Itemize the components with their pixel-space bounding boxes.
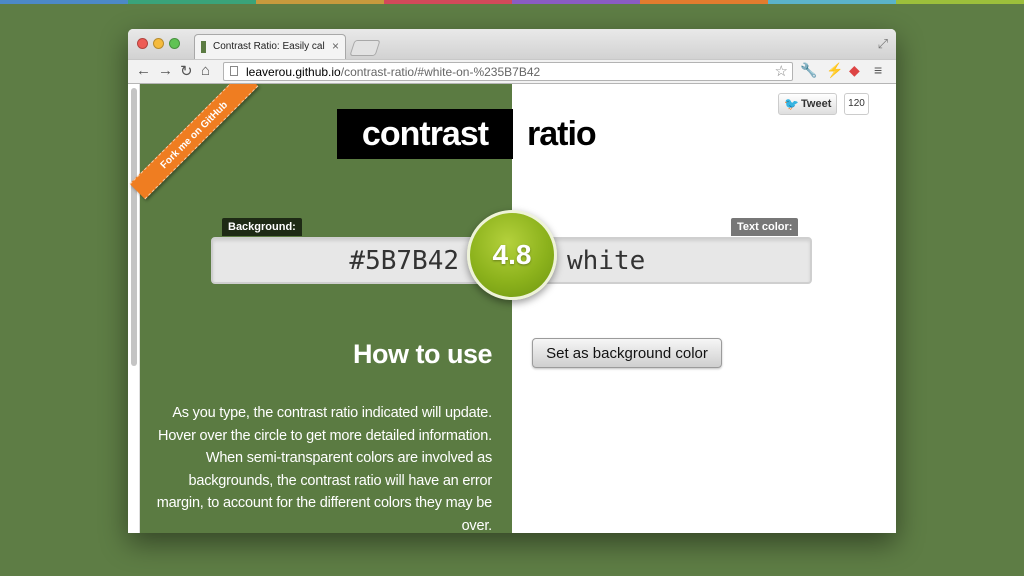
new-tab-button[interactable] — [349, 40, 381, 56]
stripe-segment — [256, 0, 384, 4]
how-to-use-text: As you type, the contrast ratio indicate… — [156, 405, 493, 533]
scrollbar-thumb[interactable] — [131, 88, 137, 366]
browser-tab[interactable]: Contrast Ratio: Easily calculate × — [194, 34, 346, 59]
extension-icon[interactable]: ◆ — [849, 62, 860, 79]
browser-toolbar: ← → ↻ ⌂ leaverou.github.io/contrast-rati… — [128, 59, 896, 84]
window-maximize-button[interactable] — [169, 38, 180, 49]
text-color-input[interactable] — [567, 239, 807, 282]
stripe-segment — [896, 0, 1024, 4]
bookmark-star-icon[interactable]: ☆ — [775, 62, 788, 80]
top-color-stripe — [0, 0, 1024, 4]
tweet-label: Tweet — [801, 98, 832, 110]
forward-arrow-icon[interactable]: → — [158, 62, 173, 79]
tab-title: Contrast Ratio: Easily calculate — [213, 41, 325, 52]
window-close-button[interactable] — [137, 38, 148, 49]
stripe-segment — [512, 0, 640, 4]
wrench-icon[interactable]: 🔧 — [800, 62, 817, 79]
background-label: Background: — [222, 218, 302, 236]
set-as-background-button[interactable]: Set as background color — [532, 338, 722, 368]
background-color-input[interactable] — [213, 239, 459, 282]
page-icon — [230, 66, 238, 76]
text-color-label: Text color: — [731, 218, 799, 236]
stripe-segment — [128, 0, 256, 4]
url-text[interactable]: leaverou.github.io/contrast-ratio/#white… — [246, 65, 540, 79]
contrast-ratio-badge[interactable]: 4.8 — [467, 210, 557, 300]
favicon-icon — [201, 41, 206, 53]
window-minimize-button[interactable] — [153, 38, 164, 49]
lightning-icon[interactable]: ⚡ — [826, 62, 843, 79]
twitter-bird-icon: 🐦 — [784, 97, 799, 111]
browser-window: Contrast Ratio: Easily calculate × ⤢ ← →… — [128, 29, 896, 533]
scrollbar[interactable] — [128, 84, 140, 533]
fullscreen-icon[interactable]: ⤢ — [878, 36, 888, 52]
stripe-segment — [640, 0, 768, 4]
reload-icon[interactable]: ↻ — [180, 62, 193, 80]
address-bar[interactable]: leaverou.github.io/contrast-ratio/#white… — [223, 62, 793, 81]
home-icon[interactable]: ⌂ — [201, 62, 210, 79]
title-bar: Contrast Ratio: Easily calculate × ⤢ — [128, 29, 896, 59]
stripe-segment — [768, 0, 896, 4]
page-viewport: Fork me on GitHub contrast ratio 🐦 Tweet… — [128, 84, 896, 533]
logo-contrast: contrast — [337, 109, 513, 159]
tweet-button[interactable]: 🐦 Tweet — [778, 93, 837, 115]
menu-icon[interactable]: ≡ — [874, 62, 882, 78]
tweet-count: 120 — [844, 93, 869, 115]
stripe-segment — [384, 0, 512, 4]
logo-ratio: ratio — [527, 115, 597, 153]
back-arrow-icon[interactable]: ← — [136, 62, 151, 79]
tab-close-icon[interactable]: × — [332, 39, 339, 53]
stripe-segment — [0, 0, 128, 4]
how-to-use-heading: How to use — [352, 339, 493, 369]
